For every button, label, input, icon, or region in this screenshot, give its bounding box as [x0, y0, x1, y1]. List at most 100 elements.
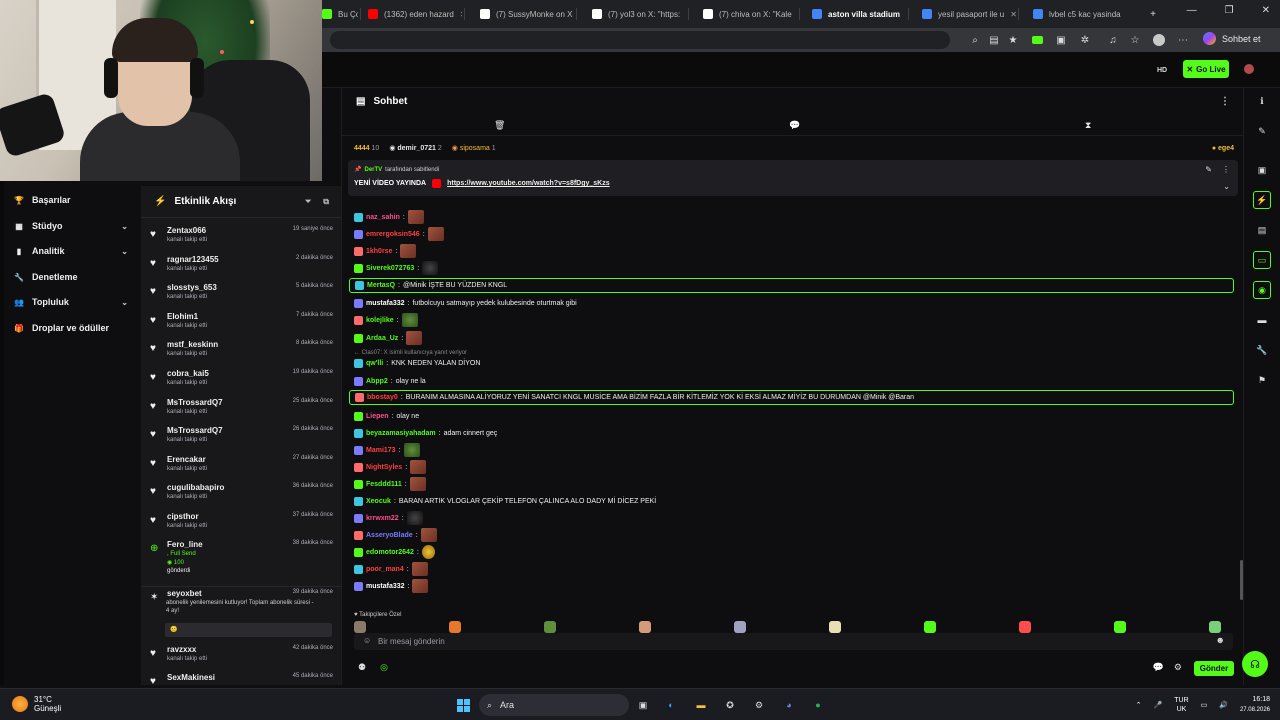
chat-message[interactable]: beyazamasiyahadam: adam cinnert geç: [354, 425, 1234, 441]
browser-tab[interactable]: yesil pasaport ile u ✕: [916, 4, 1016, 24]
sidebar-item[interactable]: 🎁 Droplar ve ödüller: [14, 323, 128, 333]
sidebar-item[interactable]: ▦ Stüdyo ⌄: [14, 221, 128, 231]
activity-row[interactable]: ♥ cipsthor kanalı takip etti 37 dakika önce: [141, 510, 341, 538]
activity-user[interactable]: slosstys_653: [167, 283, 217, 292]
chat-message[interactable]: AsseryoBlade:: [354, 527, 1234, 543]
windows-start-icon[interactable]: [454, 696, 472, 714]
chat-message[interactable]: Fesddd111:: [354, 476, 1234, 492]
emote-icon[interactable]: [544, 621, 556, 633]
language-indicator[interactable]: TUR UK: [1174, 696, 1188, 714]
speech-icon[interactable]: 💬: [789, 120, 800, 131]
chat-message[interactable]: kolejlike:: [354, 312, 1234, 328]
activity-row[interactable]: ♥ MsTrossardQ7 kanalı takip etti 25 dakika …: [141, 396, 341, 424]
chat-username[interactable]: Abpp2: [366, 378, 388, 385]
chat-message[interactable]: qw'lli: KNK NEDEN YALAN DİYON: [354, 355, 1234, 371]
minimize-button[interactable]: —: [1187, 5, 1197, 16]
chat-username[interactable]: MertasQ: [367, 282, 395, 289]
chat-username[interactable]: Xeocuk: [366, 498, 391, 505]
gear-icon[interactable]: ⚙: [1174, 662, 1182, 673]
emote-icon[interactable]: [354, 621, 366, 633]
sidebar-item[interactable]: 🏆 Başarılar: [14, 195, 128, 205]
chat-username[interactable]: Liepen: [366, 413, 389, 420]
clipboard-icon[interactable]: ▤: [1253, 221, 1271, 239]
activity-renew-row[interactable]: ✶ seyoxbet abonelik yenilemesini kutluyor!…: [141, 586, 341, 640]
chevron-down-icon[interactable]: ⌄: [121, 247, 128, 256]
chevron-down-icon[interactable]: ⌄: [121, 298, 128, 307]
discord-icon[interactable]: ◕: [780, 696, 798, 714]
chat-username[interactable]: naz_sahin: [366, 214, 400, 221]
chat-username[interactable]: Siverek072763: [366, 265, 414, 272]
filter-icon[interactable]: ⏷: [305, 197, 311, 207]
activity-user[interactable]: Zentax066: [167, 226, 206, 235]
chat-message[interactable]: Ardaa_Uz:: [354, 330, 1234, 346]
edge-icon[interactable]: ◐: [662, 696, 680, 714]
app-icon[interactable]: ✪: [721, 696, 739, 714]
volume-icon[interactable]: 🔊: [1219, 701, 1228, 709]
activity-user[interactable]: Erencakar: [167, 455, 206, 464]
chat-username[interactable]: kolejlike: [366, 317, 394, 324]
activity-user[interactable]: Fero_line: [167, 540, 203, 549]
chat-bubble-icon[interactable]: 💬: [1153, 662, 1164, 673]
chat-username[interactable]: krrwxm22: [366, 515, 399, 522]
help-chat-button[interactable]: ☊: [1242, 651, 1268, 677]
spotify-icon[interactable]: ●: [809, 696, 827, 714]
sidebar-item[interactable]: ▮ Analitik ⌄: [14, 246, 128, 256]
emote-icon[interactable]: [1019, 621, 1031, 633]
chat-username[interactable]: AsseryoBlade: [366, 532, 413, 539]
close-window-button[interactable]: ✕: [1262, 5, 1270, 16]
chat-username[interactable]: edomotor2642: [366, 549, 414, 556]
chat-username[interactable]: mustafa332: [366, 583, 405, 590]
copilot-chat-button[interactable]: Sohbet et: [1203, 32, 1261, 45]
popout-icon[interactable]: ⧉: [323, 197, 329, 207]
chat-message[interactable]: krrwxm22:: [354, 510, 1234, 526]
bookmark-star-icon[interactable]: ★: [1006, 33, 1020, 47]
chat-username[interactable]: Mami173: [366, 447, 396, 454]
tab-close-icon[interactable]: ✕: [460, 10, 462, 19]
sidebar-item[interactable]: 🔧 Denetleme: [14, 272, 128, 282]
activity-row[interactable]: ♥ SexMakinesi 45 dakika önce: [141, 671, 341, 685]
activity-row[interactable]: ♥ cugulibabapiro kanalı takip etti 36 dakik…: [141, 481, 341, 509]
activity-row[interactable]: ♥ cobra_kai5 kanalı takip etti 19 dakika ön…: [141, 367, 341, 395]
activity-row[interactable]: ♥ ravzxxx kanalı takip etti 42 dakika önce: [141, 643, 341, 671]
lightning-icon[interactable]: ⚡: [1253, 191, 1271, 209]
activity-user[interactable]: cipsthor: [167, 512, 199, 521]
chat-message[interactable]: Siverek072763:: [354, 260, 1234, 276]
chat-username[interactable]: bbostay0: [367, 394, 398, 401]
chat-message[interactable]: mustafa332:: [354, 578, 1234, 594]
chat-message[interactable]: NightSyles:: [354, 459, 1234, 475]
chat-message[interactable]: Abpp2: olay ne la: [354, 373, 1234, 389]
emote-icon[interactable]: [829, 621, 841, 633]
steam-icon[interactable]: ⚙: [750, 696, 768, 714]
activity-user[interactable]: cobra_kai5: [167, 369, 209, 378]
media-icon[interactable]: ♫: [1106, 33, 1120, 47]
trash-icon[interactable]: 🗑: [494, 120, 505, 131]
chat-message[interactable]: mustafa332: futbolcuyu satmayıp yedek kul…: [354, 295, 1234, 311]
activity-user[interactable]: seyoxbet: [167, 589, 202, 598]
chat-username[interactable]: NightSyles: [366, 464, 402, 471]
emote-icon[interactable]: [1209, 621, 1221, 633]
network-icon[interactable]: ▭: [1201, 701, 1208, 709]
emote-icon[interactable]: [449, 621, 461, 633]
emote-icon[interactable]: [924, 621, 936, 633]
monitor-icon[interactable]: ▬: [1253, 311, 1271, 329]
chat-username[interactable]: emrergoksin546: [366, 231, 420, 238]
weather-widget[interactable]: 31°C Güneşli: [12, 695, 61, 713]
sidebar-item[interactable]: 👥 Topluluk ⌄: [14, 297, 128, 307]
chat-username[interactable]: mustafa332: [366, 300, 405, 307]
chat-message[interactable]: MertasQ: @Minik İŞTE BU YÜZDEN KNGL: [349, 278, 1234, 293]
extension-icon[interactable]: ▣: [1054, 33, 1068, 47]
reader-icon[interactable]: ▤: [987, 33, 1001, 47]
chat-username[interactable]: qw'lli: [366, 360, 383, 367]
activity-row[interactable]: ♥ MsTrossardQ7 kanalı takip etti 26 dakika …: [141, 424, 341, 452]
extension-kick-icon[interactable]: [1030, 33, 1044, 47]
browser-tab[interactable]: Bu Ço✕: [316, 4, 358, 24]
new-tab-button[interactable]: +: [1146, 7, 1160, 21]
activity-row[interactable]: ♥ Zentax066 kanalı takip etti 19 saniye önc…: [141, 224, 341, 252]
browser-tab[interactable]: (7) yol3 on X: "https:✕: [586, 4, 686, 24]
activity-user[interactable]: ragnar123455: [167, 255, 219, 264]
favorites-icon[interactable]: ☆: [1128, 33, 1142, 47]
chat-username[interactable]: poor_man4: [366, 566, 404, 573]
activity-row[interactable]: ♥ slosstys_653 kanalı takip etti 5 dakika ö…: [141, 281, 341, 309]
unpin-icon[interactable]: ✎: [1205, 165, 1212, 174]
hd-icon[interactable]: HD: [1155, 63, 1169, 77]
